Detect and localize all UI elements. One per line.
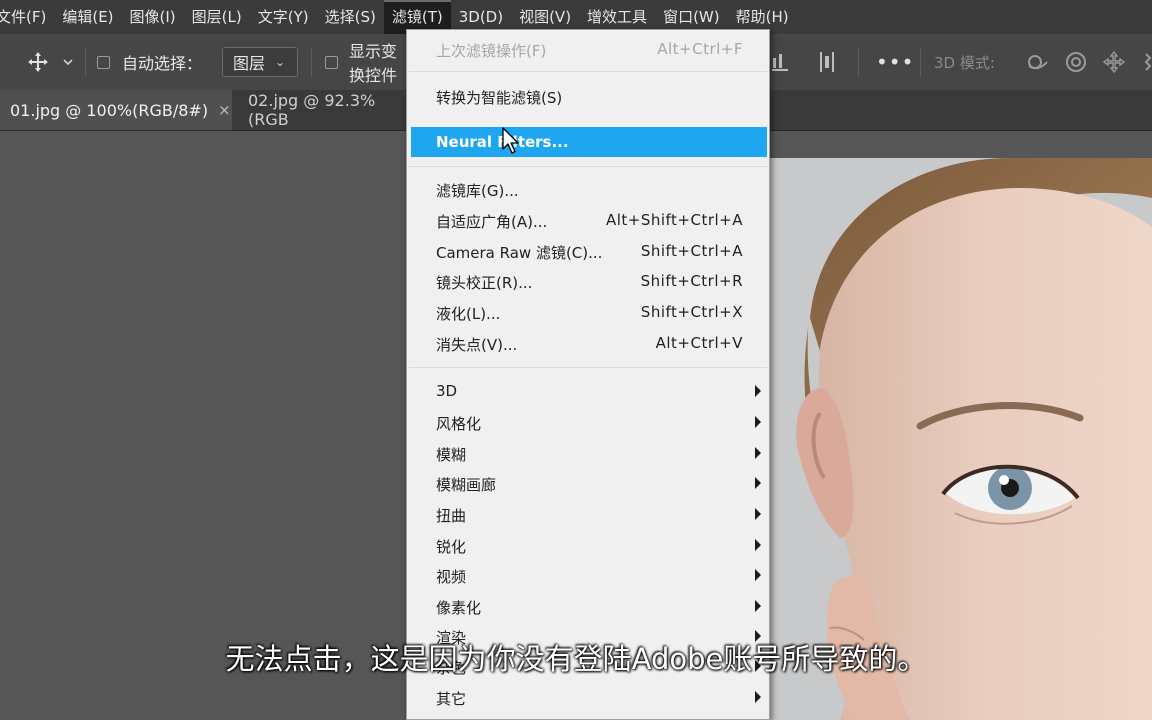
menu-item-sharpen[interactable]: 锐化 xyxy=(409,531,767,559)
mode-3d-label: 3D 模式: xyxy=(934,53,995,72)
submenu-arrow-icon xyxy=(755,416,761,428)
filter-dropdown-menu: 上次滤镜操作(F) Alt+Ctrl+F 转换为智能滤镜(S) Neural F… xyxy=(406,29,770,720)
auto-select-checkbox[interactable] xyxy=(97,34,110,90)
menu-item-last-filter: 上次滤镜操作(F) Alt+Ctrl+F xyxy=(436,40,743,60)
chevron-down-icon: ⌄ xyxy=(275,55,286,69)
submenu-arrow-icon xyxy=(755,508,761,520)
menu-edit[interactable]: 编辑(E) xyxy=(54,0,121,34)
menu-layer[interactable]: 图层(L) xyxy=(184,0,250,34)
roll-3d-icon[interactable] xyxy=(1064,34,1088,90)
menu-item-filter-gallery[interactable]: 滤镜库(G)... xyxy=(409,175,767,203)
menu-item-adaptive-wide-angle[interactable]: 自适应广角(A)... Alt+Shift+Ctrl+A xyxy=(409,206,767,234)
menu-select[interactable]: 选择(S) xyxy=(317,0,384,34)
menu-item-lens-correction[interactable]: 镜头校正(R)... Shift+Ctrl+R xyxy=(409,267,767,295)
layer-dropdown[interactable]: 图层 ⌄ xyxy=(222,47,298,77)
submenu-arrow-icon xyxy=(755,385,761,397)
move-tool-icon[interactable] xyxy=(26,34,50,90)
menu-item-3d[interactable]: 3D xyxy=(409,377,767,405)
submenu-arrow-icon xyxy=(755,691,761,703)
tab-01-jpg[interactable]: 01.jpg @ 100%(RGB/8#) × xyxy=(0,90,232,130)
mouse-cursor-icon xyxy=(502,127,520,159)
menu-item-blur-gallery[interactable]: 模糊画廊 xyxy=(409,469,767,497)
menu-item-pixelate[interactable]: 像素化 xyxy=(409,592,767,620)
menu-item-stylize[interactable]: 风格化 xyxy=(409,408,767,436)
tab-label: 01.jpg @ 100%(RGB/8#) xyxy=(10,100,209,120)
slide-3d-icon[interactable] xyxy=(1140,34,1152,90)
video-subtitle: 无法点击，这是因为你没有登陆Adobe账号所导致的。 xyxy=(225,642,927,676)
submenu-arrow-icon xyxy=(755,539,761,551)
show-transform-label: 显示变换控件 xyxy=(349,42,398,85)
tool-preset-chevron-icon[interactable] xyxy=(62,34,74,90)
menu-item-liquify[interactable]: 液化(L)... Shift+Ctrl+X xyxy=(409,298,767,326)
menu-item-vanishing-point[interactable]: 消失点(V)... Alt+Ctrl+V xyxy=(409,329,767,357)
show-transform-checkbox[interactable] xyxy=(325,34,338,90)
tab-label: 02.jpg @ 92.3%(RGB xyxy=(248,91,376,129)
menu-item-camera-raw[interactable]: Camera Raw 滤镜(C)... Shift+Ctrl+A xyxy=(409,237,767,265)
pan-3d-icon[interactable] xyxy=(1102,34,1126,90)
menu-file[interactable]: 文件(F) xyxy=(0,0,54,34)
menu-item-blur[interactable]: 模糊 xyxy=(409,439,767,467)
layer-dropdown-value: 图层 xyxy=(233,54,266,73)
submenu-arrow-icon xyxy=(755,447,761,459)
menu-item-video[interactable]: 视频 xyxy=(409,561,767,589)
menu-image[interactable]: 图像(I) xyxy=(122,0,184,34)
auto-select-label: 自动选择： xyxy=(122,54,203,73)
close-icon[interactable]: × xyxy=(218,101,231,119)
submenu-arrow-icon xyxy=(755,600,761,612)
menu-item-other[interactable]: 其它 xyxy=(409,683,767,711)
menu-type[interactable]: 文字(Y) xyxy=(250,0,317,34)
menu-item-convert-smart-filters[interactable]: 转换为智能滤镜(S) xyxy=(409,82,767,110)
distribute-bottom-icon[interactable] xyxy=(772,34,788,90)
more-options-icon[interactable]: ••• xyxy=(876,34,914,90)
orbit-3d-icon[interactable] xyxy=(1025,34,1051,90)
submenu-arrow-icon xyxy=(755,477,761,489)
tab-02-jpg[interactable]: 02.jpg @ 92.3%(RGB xyxy=(238,90,408,130)
menu-item-neural-filters[interactable]: Neural Filters... xyxy=(411,127,767,157)
submenu-arrow-icon xyxy=(755,569,761,581)
distribute-horizontal-icon[interactable] xyxy=(820,34,834,90)
menu-item-distort[interactable]: 扭曲 xyxy=(409,500,767,528)
